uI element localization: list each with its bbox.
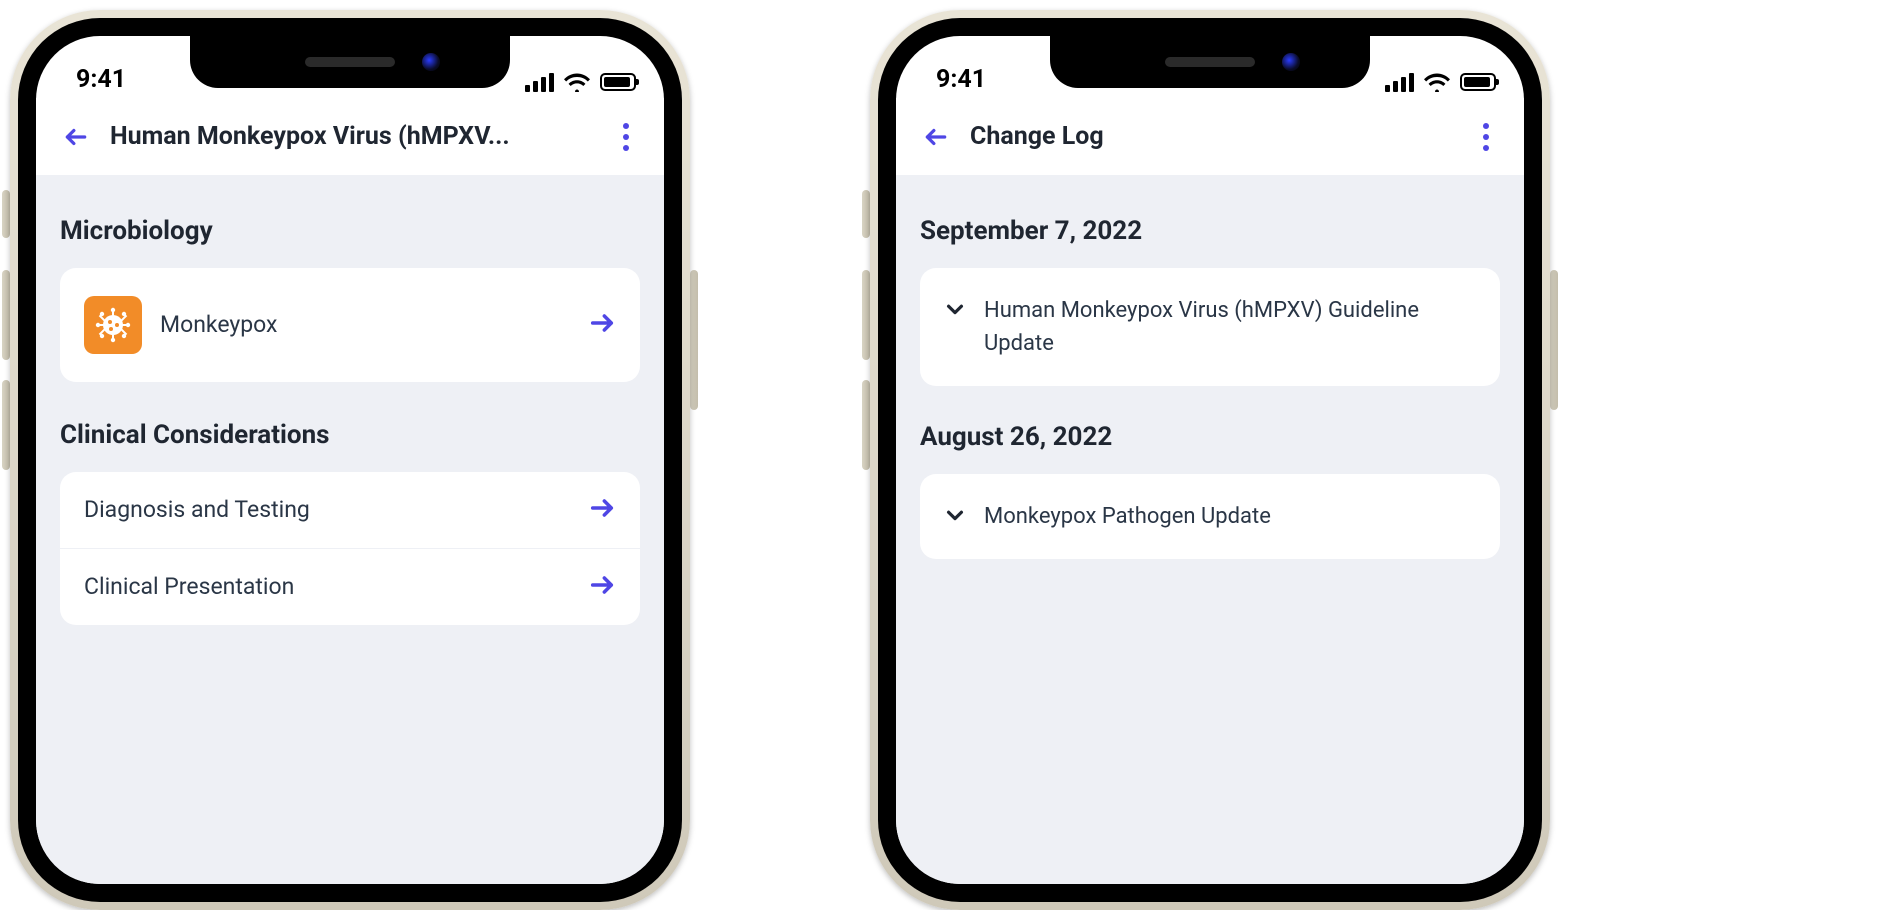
side-button	[862, 380, 870, 470]
wifi-icon	[1424, 72, 1450, 92]
side-button	[862, 270, 870, 360]
content-area: Microbiology Monkeypox Clinical Consider…	[36, 176, 664, 884]
cellular-icon	[525, 73, 554, 92]
back-button[interactable]	[58, 119, 94, 155]
microbiology-card: Monkeypox	[60, 268, 640, 382]
arrow-right-icon	[588, 494, 616, 526]
front-camera	[422, 53, 440, 71]
list-item-label: Diagnosis and Testing	[84, 494, 570, 526]
changelog-date-heading: September 7, 2022	[920, 216, 1500, 246]
virus-icon	[84, 296, 142, 354]
app-header: Change Log	[896, 98, 1524, 176]
side-button	[2, 380, 10, 470]
chevron-down-icon	[944, 294, 966, 324]
page-title: Change Log	[970, 122, 1454, 151]
phone-notch	[1050, 36, 1370, 88]
list-item-label: Monkeypox	[160, 309, 570, 341]
status-icons	[525, 72, 636, 94]
arrow-left-icon	[923, 124, 949, 150]
section-heading-clinical: Clinical Considerations	[60, 420, 640, 450]
list-item-diagnosis[interactable]: Diagnosis and Testing	[60, 472, 640, 549]
list-item-presentation[interactable]: Clinical Presentation	[60, 549, 640, 625]
arrow-right-icon	[588, 571, 616, 603]
app-header: Human Monkeypox Virus (hMPXV...	[36, 98, 664, 176]
battery-icon	[600, 73, 636, 91]
more-menu-button[interactable]	[1470, 117, 1502, 157]
status-time: 9:41	[936, 65, 986, 94]
clinical-card: Diagnosis and Testing Clinical Presentat…	[60, 472, 640, 625]
changelog-entry-label: Human Monkeypox Virus (hMPXV) Guideline …	[984, 294, 1476, 360]
phone-screen: 9:41 Change Log	[896, 36, 1524, 884]
status-icons	[1385, 72, 1496, 94]
battery-icon	[1460, 73, 1496, 91]
wifi-icon	[564, 72, 590, 92]
arrow-left-icon	[63, 124, 89, 150]
side-button	[1550, 270, 1558, 410]
phone-screen: 9:41 Human Monkey	[36, 36, 664, 884]
status-time: 9:41	[76, 65, 126, 94]
back-button[interactable]	[918, 119, 954, 155]
changelog-entry[interactable]: Monkeypox Pathogen Update	[920, 474, 1500, 559]
speaker-grille	[1165, 57, 1255, 67]
side-button	[862, 190, 870, 238]
cellular-icon	[1385, 73, 1414, 92]
speaker-grille	[305, 57, 395, 67]
section-heading-microbiology: Microbiology	[60, 216, 640, 246]
phone-left: 9:41 Human Monkey	[0, 10, 700, 810]
changelog-entry-label: Monkeypox Pathogen Update	[984, 500, 1271, 533]
chevron-down-icon	[944, 500, 966, 530]
changelog-date-heading: August 26, 2022	[920, 422, 1500, 452]
list-item-monkeypox[interactable]: Monkeypox	[60, 268, 640, 382]
content-area: September 7, 2022 Human Monkeypox Virus …	[896, 176, 1524, 884]
side-button	[2, 190, 10, 238]
page-title: Human Monkeypox Virus (hMPXV...	[110, 122, 594, 151]
phone-right: 9:41 Change Log	[860, 10, 1560, 810]
changelog-entry[interactable]: Human Monkeypox Virus (hMPXV) Guideline …	[920, 268, 1500, 386]
side-button	[2, 270, 10, 360]
side-button	[690, 270, 698, 410]
phone-notch	[190, 36, 510, 88]
list-item-label: Clinical Presentation	[84, 571, 570, 603]
arrow-right-icon	[588, 309, 616, 341]
more-menu-button[interactable]	[610, 117, 642, 157]
front-camera	[1282, 53, 1300, 71]
